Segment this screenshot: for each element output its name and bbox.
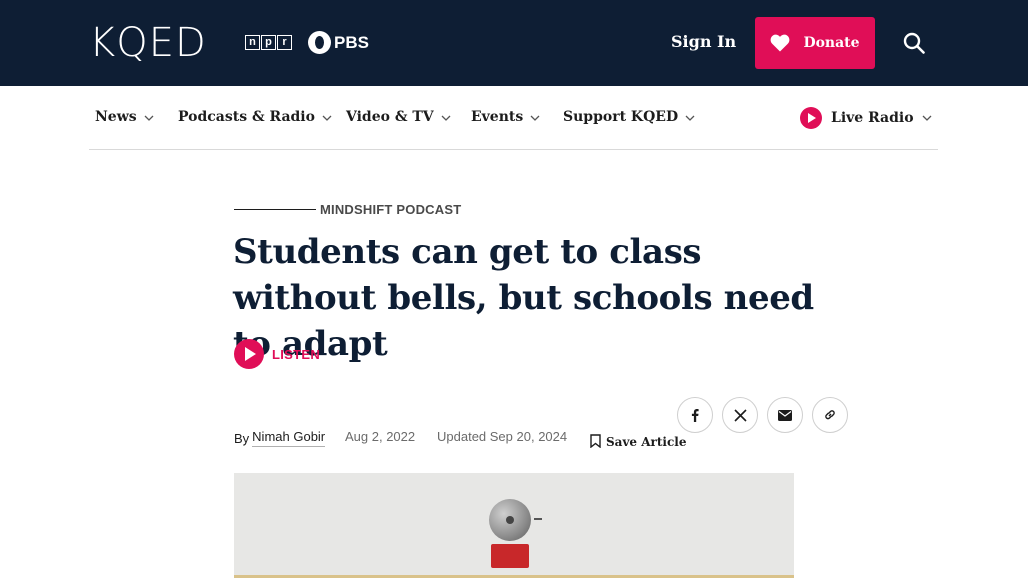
npr-letter: r — [277, 35, 292, 50]
chevron-down-icon — [922, 115, 932, 121]
email-icon — [778, 409, 792, 421]
npr-letter: n — [245, 35, 260, 50]
donate-label: Donate — [803, 35, 860, 51]
chevron-down-icon — [144, 115, 154, 121]
share-x-button[interactable] — [722, 397, 758, 433]
pbs-logo[interactable]: PBS — [308, 31, 369, 54]
donate-button[interactable]: Donate — [755, 17, 875, 69]
pbs-head-icon — [308, 31, 331, 54]
search-icon[interactable] — [903, 32, 925, 54]
school-bell-arm — [534, 518, 542, 520]
x-icon — [733, 408, 747, 422]
save-article-button[interactable]: Save Article — [590, 432, 686, 449]
copy-link-button[interactable] — [812, 397, 848, 433]
nav-item-events[interactable]: Events — [471, 109, 540, 125]
nav-item-video-tv[interactable]: Video & TV — [346, 109, 451, 125]
live-radio-label: Live Radio — [831, 110, 914, 126]
facebook-icon — [691, 409, 699, 422]
nav-item-podcasts-radio[interactable]: Podcasts & Radio — [178, 109, 332, 125]
hero-image — [234, 473, 794, 578]
share-facebook-button[interactable] — [677, 397, 713, 433]
npr-letter: p — [261, 35, 276, 50]
nav-item-label: Support KQED — [563, 109, 679, 125]
play-icon — [234, 339, 264, 369]
link-icon — [825, 410, 835, 420]
npr-logo[interactable]: n p r — [245, 35, 293, 50]
listen-button[interactable]: LISTEN — [234, 339, 320, 369]
author-link[interactable]: Nimah Gobir — [252, 429, 326, 447]
nav-item-label: Podcasts & Radio — [178, 109, 315, 125]
article-headline: Students can get to class without bells,… — [233, 232, 814, 364]
chevron-down-icon — [685, 115, 695, 121]
share-email-button[interactable] — [767, 397, 803, 433]
live-radio-button[interactable]: Live Radio — [800, 107, 932, 129]
play-icon — [800, 107, 822, 129]
save-article-label: Save Article — [606, 435, 687, 449]
nav-item-label: News — [95, 109, 137, 125]
heart-icon — [771, 34, 790, 52]
kicker-rule — [234, 209, 316, 210]
sign-in-link[interactable]: Sign In — [671, 32, 736, 51]
site-header: KQED n p r PBS Sign In Donate — [0, 0, 1028, 86]
kicker-label: MINDSHIFT PODCAST — [320, 202, 462, 217]
nav-item-support-kqed[interactable]: Support KQED — [563, 109, 695, 125]
bookmark-icon — [590, 433, 601, 448]
school-bell-base — [491, 544, 529, 568]
chevron-down-icon — [441, 115, 451, 121]
kqed-logo[interactable]: KQED — [89, 23, 207, 63]
nav-item-label: Video & TV — [346, 109, 434, 125]
nav-item-label: Events — [471, 109, 524, 125]
pbs-logo-text: PBS — [334, 32, 369, 52]
article-kicker[interactable]: MINDSHIFT PODCAST — [234, 202, 461, 217]
main-nav: News Podcasts & Radio Video & TV Events … — [89, 86, 938, 150]
chevron-down-icon — [530, 115, 540, 121]
chevron-down-icon — [322, 115, 332, 121]
school-bell-clapper — [506, 516, 514, 524]
published-date: Aug 2, 2022 — [345, 429, 416, 444]
byline: By Nimah Gobir — [234, 429, 326, 447]
byline-prefix: By — [234, 430, 250, 446]
nav-item-news[interactable]: News — [95, 109, 154, 125]
updated-date: Updated Sep 20, 2024 — [437, 429, 568, 444]
listen-label: LISTEN — [272, 346, 321, 362]
